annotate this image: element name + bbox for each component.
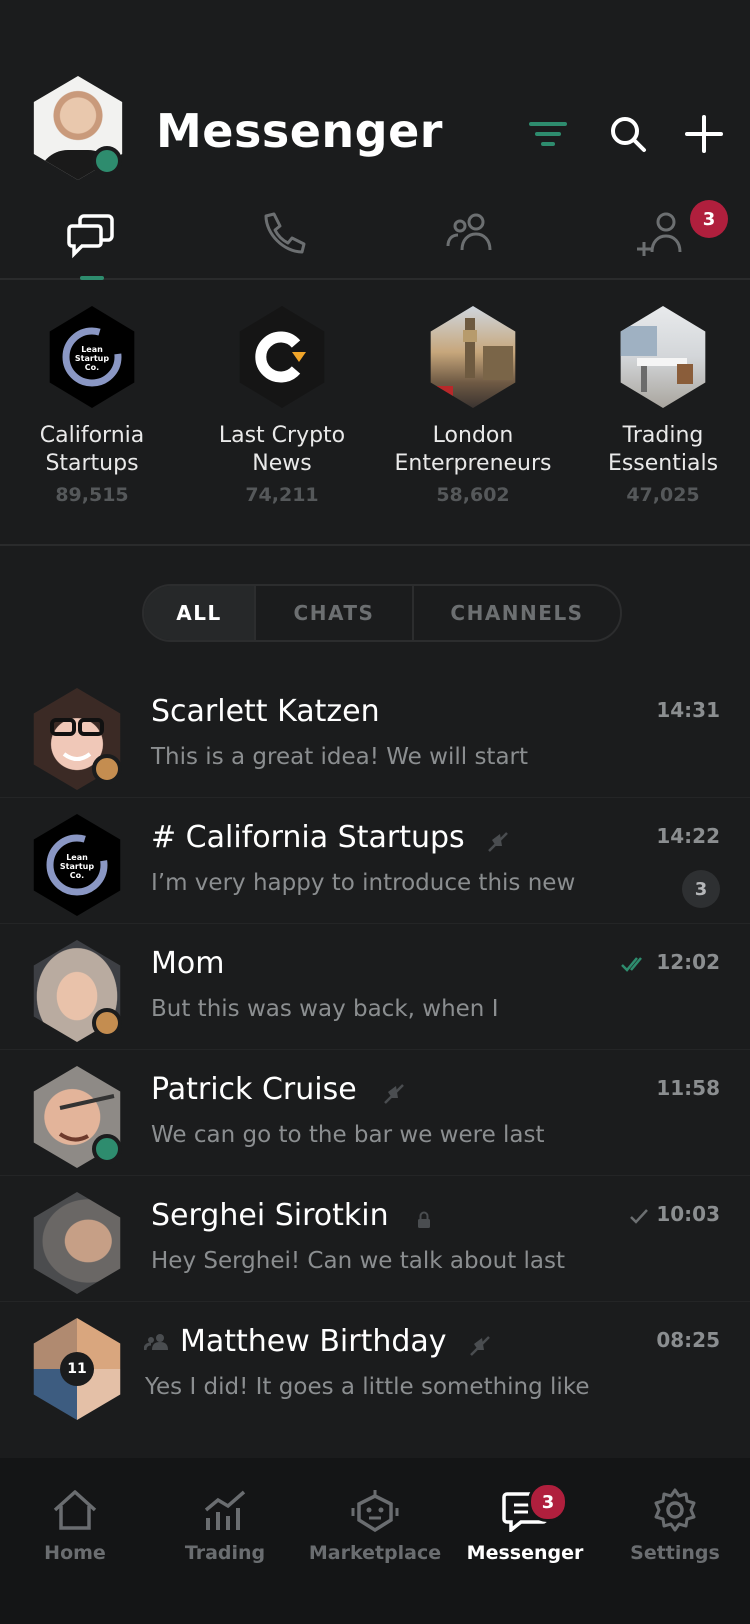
chat-name: # California Startups bbox=[151, 820, 465, 855]
group-icon bbox=[144, 1334, 168, 1351]
chat-preview: Yes I did! It goes a little something li… bbox=[145, 1374, 590, 1400]
filter-channels-tab[interactable]: CHANNELS bbox=[414, 586, 620, 640]
featured-item[interactable]: London Enterpreneurs 58,602 bbox=[378, 306, 568, 506]
svg-text:Lean: Lean bbox=[81, 345, 103, 354]
group-member-count: 11 bbox=[60, 1352, 94, 1386]
nav-label: Messenger bbox=[466, 1542, 584, 1564]
away-status-indicator bbox=[92, 754, 122, 784]
bottom-navigation: Home Trading Marketplace Messenger 3 Set… bbox=[0, 1458, 750, 1624]
featured-count: 89,515 bbox=[55, 484, 129, 506]
chat-preview: Hey Serghei! Can we talk about last bbox=[151, 1248, 566, 1274]
search-icon[interactable] bbox=[606, 112, 650, 156]
muted-icon bbox=[470, 1336, 490, 1356]
messenger-nav-badge: 3 bbox=[528, 1482, 568, 1522]
muted-icon bbox=[488, 832, 508, 852]
featured-name: Trading Essentials bbox=[607, 423, 719, 476]
nav-label: Settings bbox=[630, 1542, 720, 1564]
chat-filter-tabs: ALL CHATS CHANNELS bbox=[142, 584, 622, 642]
lean-startup-logo: Lean Startup Co. bbox=[49, 306, 135, 408]
active-tab-indicator bbox=[80, 276, 104, 280]
featured-name: California Startups bbox=[39, 423, 145, 476]
chat-row[interactable]: Lean Startup Co. # California Startups I… bbox=[0, 798, 750, 924]
chat-row[interactable]: Mom But this was way back, when I 12:02 bbox=[0, 924, 750, 1050]
chat-row[interactable]: 11 Matthew Birthday Yes I did! It goes a… bbox=[0, 1302, 750, 1428]
tab-groups-icon[interactable] bbox=[440, 206, 500, 266]
chat-preview: This is a great idea! We will start bbox=[151, 744, 529, 770]
chat-time: 08:25 bbox=[656, 1328, 720, 1352]
chat-name: Matthew Birthday bbox=[180, 1324, 447, 1359]
featured-item[interactable]: Last Crypto News 74,211 bbox=[187, 306, 377, 506]
featured-name: London Enterpreneurs bbox=[394, 423, 552, 476]
sent-checkmark-icon bbox=[630, 1209, 648, 1224]
chat-time: 14:22 bbox=[656, 824, 720, 848]
chat-row[interactable]: Patrick Cruise We can go to the bar we w… bbox=[0, 1050, 750, 1176]
svg-text:Co.: Co. bbox=[70, 871, 84, 880]
app-header: Messenger 3 bbox=[0, 0, 750, 280]
featured-count: 58,602 bbox=[436, 484, 510, 506]
svg-text:Lean: Lean bbox=[66, 853, 88, 862]
filter-icon[interactable] bbox=[526, 112, 570, 156]
away-status-indicator bbox=[92, 1008, 122, 1038]
london-channel-image bbox=[430, 306, 516, 408]
tab-contacts-icon[interactable] bbox=[632, 206, 692, 266]
chat-name: Scarlett Katzen bbox=[151, 694, 380, 729]
chat-row[interactable]: Scarlett Katzen This is a great idea! We… bbox=[0, 672, 750, 798]
nav-marketplace[interactable]: Marketplace bbox=[300, 1488, 450, 1564]
chat-preview: I’m very happy to introduce this new bbox=[151, 870, 576, 896]
trading-chart-icon bbox=[204, 1490, 246, 1530]
online-status-indicator bbox=[92, 1134, 122, 1164]
unread-count-badge: 3 bbox=[682, 870, 720, 908]
featured-count: 47,025 bbox=[626, 484, 700, 506]
contact-avatar bbox=[33, 1192, 121, 1294]
gear-icon bbox=[654, 1488, 696, 1532]
featured-item[interactable]: Lean Startup Co. California Startups 89,5… bbox=[0, 306, 187, 506]
chat-time: 12:02 bbox=[656, 950, 720, 974]
robot-icon bbox=[351, 1490, 399, 1532]
featured-name: Last Crypto News bbox=[218, 423, 346, 476]
chat-name: Patrick Cruise bbox=[151, 1072, 357, 1107]
home-icon bbox=[53, 1490, 97, 1530]
tab-chats-icon[interactable] bbox=[64, 206, 124, 266]
svg-text:Startup: Startup bbox=[75, 354, 109, 363]
filter-chats-tab[interactable]: CHATS bbox=[256, 586, 414, 640]
chat-time: 11:58 bbox=[656, 1076, 720, 1100]
lock-icon bbox=[418, 1211, 430, 1228]
read-checkmarks-icon bbox=[621, 957, 642, 972]
chat-time: 14:31 bbox=[656, 698, 720, 722]
nav-label: Trading bbox=[184, 1542, 266, 1564]
group-avatar: 11 bbox=[33, 1318, 121, 1420]
svg-text:Co.: Co. bbox=[85, 363, 99, 372]
chat-time: 10:03 bbox=[656, 1202, 720, 1226]
nav-messenger[interactable]: Messenger 3 bbox=[450, 1482, 600, 1564]
add-icon[interactable] bbox=[682, 112, 726, 156]
featured-item[interactable]: Trading Essentials 47,025 bbox=[568, 306, 750, 506]
lean-startup-avatar: Lean Startup Co. bbox=[33, 814, 121, 916]
nav-label: Marketplace bbox=[308, 1542, 442, 1564]
chat-row[interactable]: Serghei Sirotkin Hey Serghei! Can we tal… bbox=[0, 1176, 750, 1302]
online-status-indicator bbox=[92, 146, 122, 176]
nav-label: Home bbox=[44, 1542, 106, 1564]
muted-icon bbox=[384, 1084, 404, 1104]
chat-name: Serghei Sirotkin bbox=[151, 1198, 389, 1233]
svg-text:Startup: Startup bbox=[60, 862, 94, 871]
chat-name: Mom bbox=[151, 946, 225, 981]
featured-count: 74,211 bbox=[245, 484, 319, 506]
top-tab-bar: 3 bbox=[0, 200, 750, 280]
contacts-badge: 3 bbox=[690, 200, 728, 238]
featured-channels: Lean Startup Co. California Startups 89,5… bbox=[0, 282, 750, 546]
filter-all-tab[interactable]: ALL bbox=[144, 586, 256, 640]
nav-settings[interactable]: Settings bbox=[600, 1488, 750, 1564]
chat-preview: We can go to the bar we were last bbox=[151, 1122, 545, 1148]
tab-calls-icon[interactable] bbox=[252, 206, 312, 266]
crypto-news-logo bbox=[239, 306, 325, 408]
nav-trading[interactable]: Trading bbox=[150, 1488, 300, 1564]
chat-preview: But this was way back, when I bbox=[151, 996, 499, 1022]
nav-home[interactable]: Home bbox=[0, 1488, 150, 1564]
trading-channel-image bbox=[620, 306, 706, 408]
page-title: Messenger bbox=[156, 104, 443, 158]
